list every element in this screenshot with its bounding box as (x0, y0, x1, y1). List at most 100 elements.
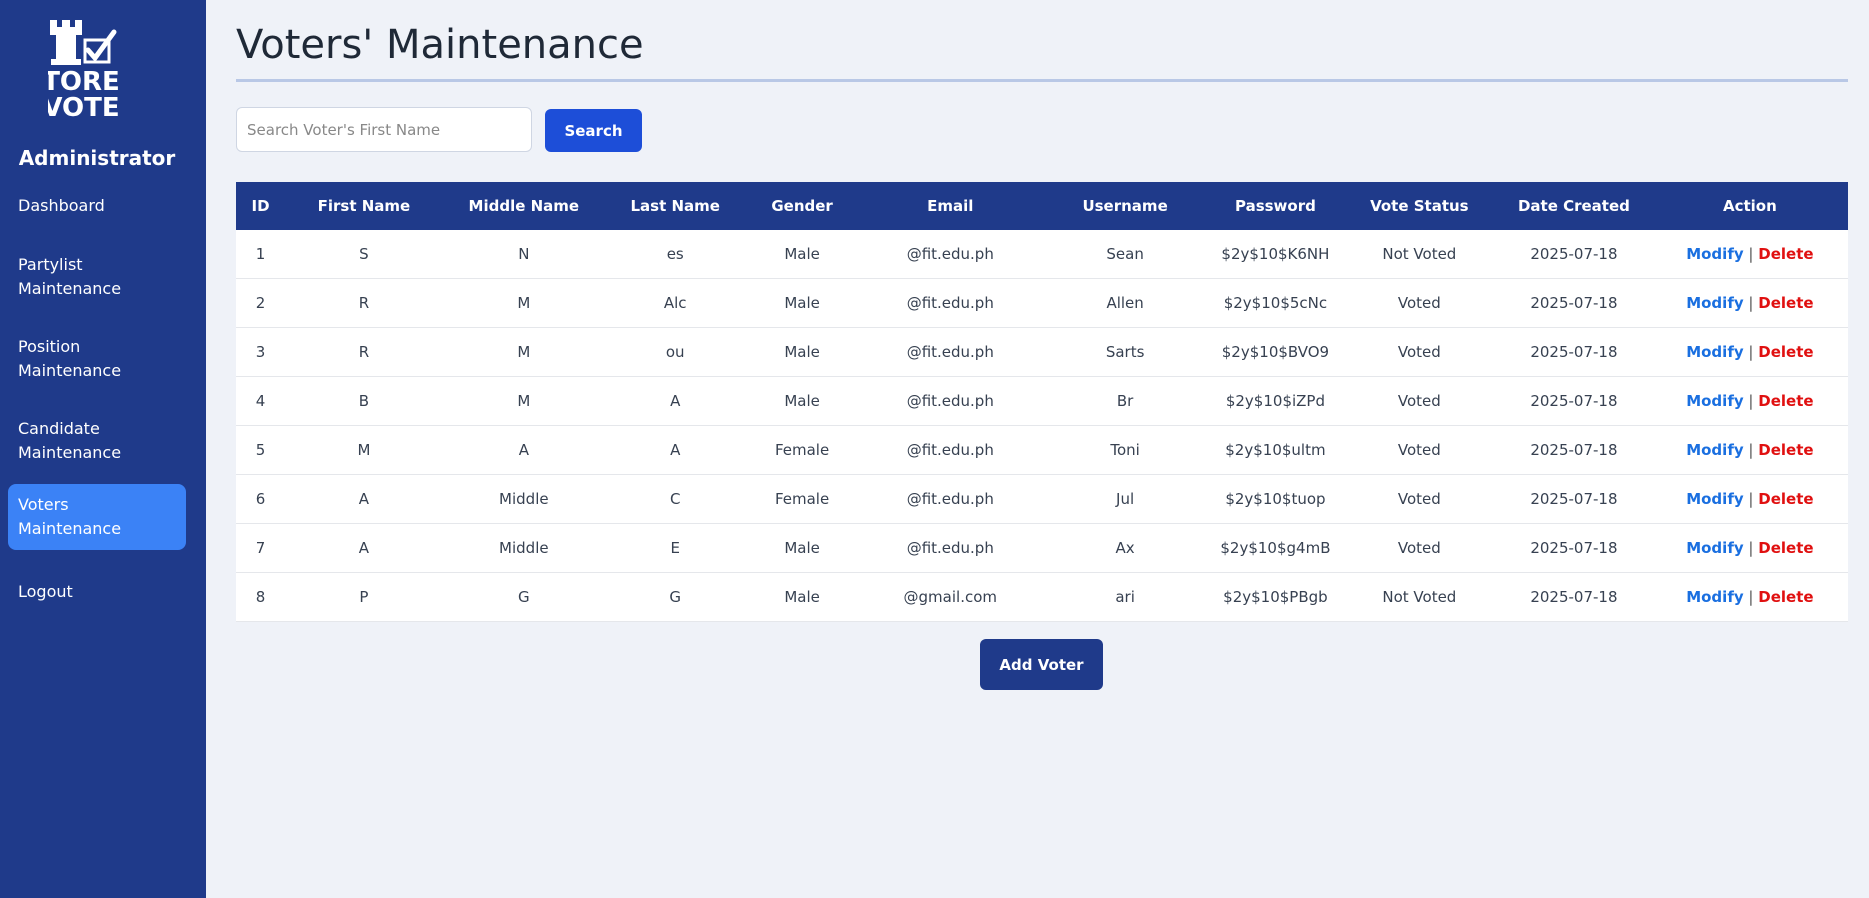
nav-dashboard[interactable]: Dashboard (8, 188, 186, 224)
cell-status: Voted (1342, 278, 1497, 328)
cell-password: $2y$10$g4mB (1208, 523, 1343, 573)
delete-link[interactable]: Delete (1758, 539, 1813, 557)
cell-gender: Female (745, 425, 859, 475)
cell-middle: M (442, 327, 605, 377)
cell-username: ari (1041, 572, 1209, 622)
table-row: 2 R M Alc Male @fit.edu.ph Allen $2y$10$5cNc Vot… (236, 278, 1848, 328)
torevote-logo: TORE VOTE (48, 20, 120, 123)
cell-email: @fit.edu.ph (858, 230, 1042, 279)
cell-status: Voted (1342, 376, 1497, 426)
cell-first: S (285, 230, 443, 279)
svg-text:VOTE: VOTE (48, 93, 120, 123)
table-row: 1 S Nes Male @fit.edu.ph Sean $2y$10$K6NH Not V… (236, 230, 1848, 279)
modify-link[interactable]: Modify (1686, 294, 1743, 312)
table-header-row: ID First Name Middle Name Last Name Gend… (236, 182, 1848, 230)
search-button[interactable]: Search (545, 109, 642, 152)
add-voter-button[interactable]: Add Voter (980, 639, 1103, 690)
cell-last: C (604, 474, 746, 524)
cell-last: ou (604, 327, 746, 377)
nav-logout[interactable]: Logout (8, 574, 186, 610)
col-header: Action (1651, 182, 1848, 230)
table-row: 3 R Mou Male @fit.edu.ph Sarts $2y$10$BVO9 Vote… (236, 327, 1848, 377)
delete-link[interactable]: Delete (1758, 490, 1813, 508)
nav-partylist-maintenance[interactable]: Partylist Maintenance (8, 247, 186, 307)
cell-middle: A (442, 425, 605, 475)
modify-link[interactable]: Modify (1686, 539, 1743, 557)
modify-link[interactable]: Modify (1686, 343, 1743, 361)
cell-id: 5 (236, 425, 286, 475)
nav-voters-maintenance[interactable]: Voters Maintenance (8, 484, 186, 550)
cell-date: 2025-07-18 (1496, 376, 1652, 426)
cell-date: 2025-07-18 (1496, 230, 1652, 279)
table-row: 7 A Middle E Male @fit.edu.ph Ax $2y$10$g4mB Vot… (236, 523, 1848, 573)
col-header: ID (236, 182, 286, 230)
cell-first: A (285, 523, 443, 573)
delete-link[interactable]: Delete (1758, 245, 1813, 263)
cell-email: @fit.edu.ph (858, 474, 1042, 524)
sidebar: TORE VOTE Administrator Dashboard Partyl… (0, 0, 206, 898)
nav-candidate-maintenance[interactable]: Candidate Maintenance (8, 411, 186, 471)
modify-link[interactable]: Modify (1686, 490, 1743, 508)
cell-username: Br (1041, 376, 1209, 426)
cell-username: Jul (1041, 474, 1209, 524)
cell-date: 2025-07-18 (1496, 327, 1652, 377)
cell-date: 2025-07-18 (1496, 572, 1652, 622)
cell-last: Alc (604, 278, 746, 328)
modify-link[interactable]: Modify (1686, 441, 1743, 459)
cell-first: M (285, 425, 443, 475)
title-divider (236, 79, 1848, 82)
action-separator: | (1748, 490, 1754, 508)
action-separator: | (1748, 245, 1754, 263)
delete-link[interactable]: Delete (1758, 441, 1813, 459)
delete-link[interactable]: Delete (1758, 588, 1813, 606)
cell-password: $2y$10$iZPd (1208, 376, 1343, 426)
cell-password: $2y$10$tuop (1208, 474, 1343, 524)
cell-status: Not Voted (1342, 230, 1497, 279)
cell-gender: Male (745, 230, 859, 279)
cell-first: P (285, 572, 443, 622)
col-header: Last Name (604, 182, 746, 230)
search-input[interactable] (236, 107, 532, 152)
delete-link[interactable]: Delete (1758, 294, 1813, 312)
cell-username: Ax (1041, 523, 1209, 573)
cell-action: Modify | Delete (1651, 376, 1848, 426)
cell-username: Allen (1041, 278, 1209, 328)
cell-first: B (285, 376, 443, 426)
cell-id: 7 (236, 523, 286, 573)
cell-password: $2y$10$ultm (1208, 425, 1343, 475)
cell-date: 2025-07-18 (1496, 474, 1652, 524)
action-separator: | (1748, 441, 1754, 459)
table-row: 4 B M A Male @fit.edu.ph Br $2y$10$iZPd Voted 202… (236, 376, 1848, 426)
col-header: First Name (285, 182, 443, 230)
cell-action: Modify | Delete (1651, 523, 1848, 573)
cell-date: 2025-07-18 (1496, 523, 1652, 573)
cell-email: @fit.edu.ph (858, 278, 1042, 328)
cell-first: R (285, 278, 443, 328)
action-separator: | (1748, 588, 1754, 606)
delete-link[interactable]: Delete (1758, 392, 1813, 410)
modify-link[interactable]: Modify (1686, 245, 1743, 263)
cell-date: 2025-07-18 (1496, 278, 1652, 328)
cell-action: Modify | Delete (1651, 474, 1848, 524)
cell-email: @fit.edu.ph (858, 327, 1042, 377)
table-row: 8 P G G Male @gmail.com ari $2y$10$PBgb Not Vote… (236, 572, 1848, 622)
cell-username: Toni (1041, 425, 1209, 475)
cell-middle: M (442, 278, 605, 328)
cell-password: $2y$10$K6NH (1208, 230, 1343, 279)
cell-action: Modify | Delete (1651, 572, 1848, 622)
modify-link[interactable]: Modify (1686, 392, 1743, 410)
cell-last: A (604, 425, 746, 475)
cell-last: es (604, 230, 746, 279)
action-separator: | (1748, 539, 1754, 557)
table-row: 5 M A A Female @fit.edu.ph Toni $2y$10$ultm Vote… (236, 425, 1848, 475)
col-header: Middle Name (442, 182, 605, 230)
col-header: Date Created (1496, 182, 1652, 230)
col-header: Vote Status (1342, 182, 1497, 230)
cell-status: Not Voted (1342, 572, 1497, 622)
nav-position-maintenance[interactable]: Position Maintenance (8, 329, 186, 389)
cell-action: Modify | Delete (1651, 230, 1848, 279)
role-label: Administrator (18, 146, 176, 170)
delete-link[interactable]: Delete (1758, 343, 1813, 361)
action-separator: | (1748, 343, 1754, 361)
modify-link[interactable]: Modify (1686, 588, 1743, 606)
